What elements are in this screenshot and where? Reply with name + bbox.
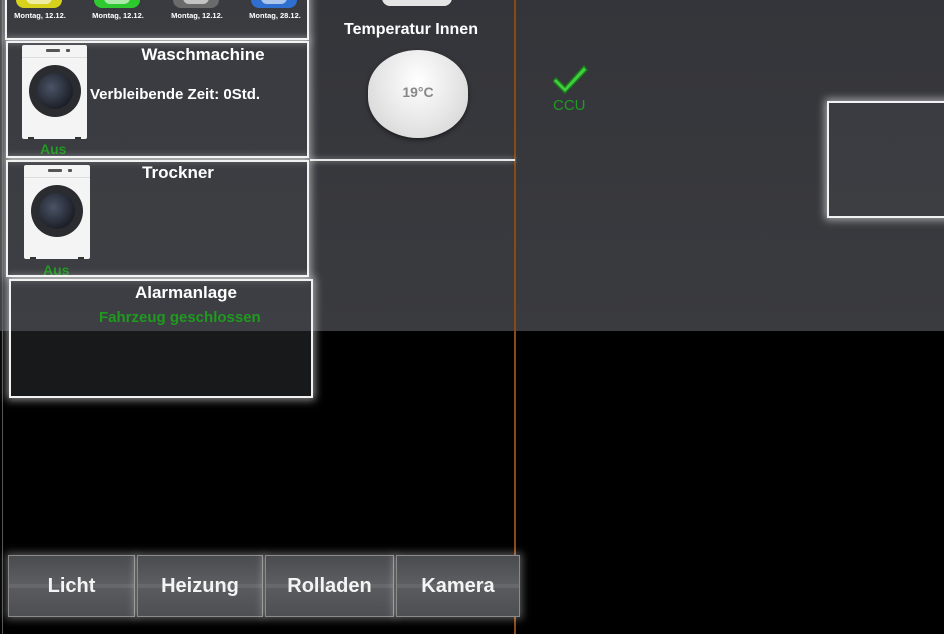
right-info-box	[827, 101, 944, 218]
temperature-value: 19°C	[402, 84, 434, 100]
washer-remaining-time: Verbleibende Zeit: 0Std.	[90, 86, 261, 103]
licht-button[interactable]: Licht	[8, 555, 135, 617]
temperature-bottom-line	[310, 159, 515, 161]
left-edge-line	[2, 0, 3, 634]
alarm-panel[interactable]: Alarmanlage Fahrzeug geschlossen	[9, 279, 313, 398]
trash-bin-grey-icon	[173, 0, 219, 8]
vertical-divider	[514, 0, 516, 634]
trash-calendar-panel: Montag, 12.12. Montag, 12.12. Montag, 12…	[5, 0, 309, 40]
check-icon	[553, 64, 588, 94]
washer-status: Aus	[40, 141, 67, 157]
trash-bin-yellow-icon	[16, 0, 62, 8]
trash-date-blue: Montag, 28.12.	[249, 11, 301, 20]
dryer-status: Aus	[43, 262, 70, 278]
trash-bin-blue-icon	[251, 0, 297, 8]
trash-date-grey: Montag, 12.12.	[171, 11, 223, 20]
thermostat-top-partial	[382, 0, 452, 6]
rolladen-button[interactable]: Rolladen	[265, 555, 394, 617]
licht-button-label: Licht	[47, 574, 96, 597]
kamera-button[interactable]: Kamera	[396, 555, 520, 617]
heizung-button-label: Heizung	[161, 574, 239, 597]
ccu-label: CCU	[553, 97, 586, 114]
alarm-status: Fahrzeug geschlossen	[99, 309, 261, 326]
dryer-panel[interactable]: Trockner Aus	[6, 160, 309, 278]
rolladen-button-label: Rolladen	[287, 574, 372, 597]
dryer-title: Trockner	[142, 163, 214, 182]
trash-date-green: Montag, 12.12.	[92, 11, 144, 20]
trash-date-yellow: Montag, 12.12.	[14, 11, 66, 20]
temperature-title: Temperatur Innen	[344, 21, 478, 38]
washer-title: Waschmachine	[141, 45, 265, 64]
trash-bin-green-icon	[94, 0, 140, 8]
thermostat-dial[interactable]: 19°C	[368, 50, 468, 138]
washer-panel[interactable]: Waschmachine Verbleibende Zeit: 0Std. Au…	[6, 41, 309, 158]
dryer-image	[24, 165, 90, 259]
alarm-title: Alarmanlage	[134, 283, 238, 302]
kamera-button-label: Kamera	[421, 574, 495, 597]
washer-image	[22, 45, 87, 139]
heizung-button[interactable]: Heizung	[137, 555, 263, 617]
